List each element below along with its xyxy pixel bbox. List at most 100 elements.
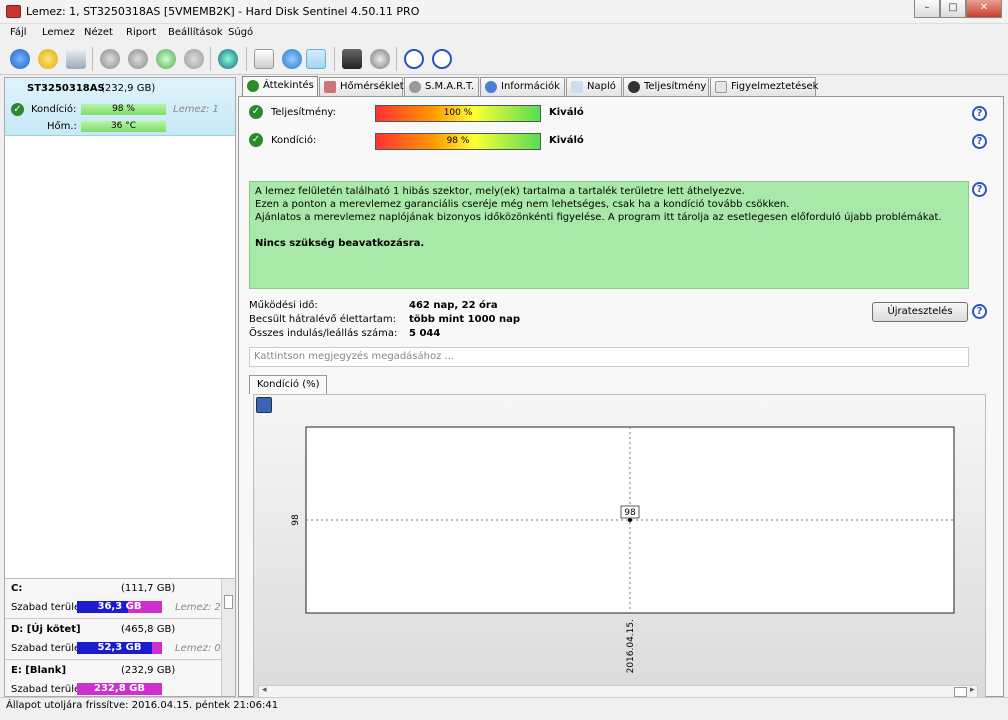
- condition-chart: 98 98 2016.04.15.: [291, 426, 955, 673]
- chart-tab-condition[interactable]: Kondíció (%): [249, 375, 327, 394]
- scroll-left-icon[interactable]: ◂: [262, 685, 267, 695]
- monitor-icon[interactable]: [306, 49, 326, 69]
- info-icon[interactable]: [432, 49, 452, 69]
- alert-icon: [715, 81, 727, 93]
- message-line: A lemez felületén található 1 hibás szek…: [255, 186, 745, 197]
- tab-label: Teljesítmény: [644, 81, 707, 92]
- help-icon[interactable]: [404, 49, 424, 69]
- tab-label: Áttekintés: [263, 80, 314, 91]
- tab-label: Figyelmeztetések: [731, 81, 819, 92]
- note-input[interactable]: Kattintson megjegyzés megadásához ...: [249, 347, 969, 367]
- disk-info-icon[interactable]: [66, 49, 86, 69]
- tab-alerts[interactable]: Figyelmeztetések: [710, 77, 819, 96]
- x-tick-label: 2016.04.15.: [626, 619, 636, 673]
- help-icon[interactable]: ?: [972, 134, 987, 149]
- menu-settings[interactable]: Beállítások: [168, 27, 223, 38]
- disk-ok-icon[interactable]: [156, 49, 176, 69]
- tab-performance[interactable]: Teljesítmény: [623, 77, 709, 96]
- partition-size: (232,9 GB): [121, 665, 176, 676]
- uptime-value: 462 nap, 22 óra: [409, 300, 498, 311]
- condition-label: Kondíció:: [271, 135, 317, 146]
- tab-label: Információk: [501, 81, 560, 92]
- disk-name: ST3250318AS: [27, 83, 105, 94]
- partition-size: (465,8 GB): [121, 624, 176, 635]
- tab-label: S.M.A.R.T.: [425, 81, 475, 92]
- title-bar: Lemez: 1, ST3250318AS [5VMEMB2K] - Hard …: [0, 0, 1008, 24]
- toolbar: [0, 43, 1008, 75]
- toolbar-separator: [92, 47, 93, 71]
- scroll-thumb[interactable]: [224, 595, 233, 609]
- condition-gauge: 98 %: [375, 133, 541, 150]
- disk-card-selected[interactable]: ST3250318AS (232,9 GB) ✓ Kondíció: 98 % …: [5, 78, 235, 136]
- performance-label: Teljesítmény:: [271, 107, 336, 118]
- help-icon[interactable]: ?: [972, 106, 987, 121]
- condition-label: Kondíció:: [31, 104, 77, 115]
- check-icon: ✓: [249, 105, 263, 119]
- partition-item[interactable]: E: [Blank] (232,9 GB) Szabad terület 232…: [5, 661, 221, 696]
- partition-item[interactable]: C: (111,7 GB) Szabad terület 36,3 GB Lem…: [5, 579, 221, 619]
- check-icon: ✓: [11, 103, 24, 116]
- temp-bar: 36 °C: [81, 121, 166, 132]
- terminal-icon[interactable]: [342, 49, 362, 69]
- warning-icon[interactable]: [38, 49, 58, 69]
- data-point: [628, 518, 632, 522]
- scroll-thumb[interactable]: [954, 687, 967, 697]
- free-label: Szabad terület: [11, 643, 85, 654]
- menu-view[interactable]: Nézet: [84, 27, 113, 38]
- surface-test-icon[interactable]: [128, 49, 148, 69]
- minimize-button[interactable]: –: [914, 0, 940, 18]
- tab-overview[interactable]: Áttekintés: [242, 76, 318, 96]
- menu-disk[interactable]: Lemez: [42, 27, 75, 38]
- free-label: Szabad terület: [11, 684, 85, 695]
- disk-test-icon[interactable]: [100, 49, 120, 69]
- info-icon: [485, 81, 497, 93]
- menu-help[interactable]: Súgó: [228, 27, 253, 38]
- disk-size: (232,9 GB): [101, 83, 156, 94]
- menu-file[interactable]: Fájl: [10, 27, 27, 38]
- disk-settings-icon[interactable]: [184, 49, 204, 69]
- gauge-icon: [628, 81, 640, 93]
- partition-disk: Lemez: 0: [175, 643, 221, 654]
- check-icon: [247, 80, 259, 92]
- partition-list: C: (111,7 GB) Szabad terület 36,3 GB Lem…: [5, 578, 235, 696]
- globe-icon[interactable]: [218, 49, 238, 69]
- tab-log[interactable]: Napló: [566, 77, 622, 96]
- partition-scrollbar[interactable]: [221, 579, 235, 696]
- tab-temperature[interactable]: Hőmérséklet: [319, 77, 404, 96]
- speaker-icon[interactable]: [370, 49, 390, 69]
- uptime-label: Működési idő:: [249, 300, 318, 311]
- report-icon[interactable]: [254, 49, 274, 69]
- scroll-right-icon[interactable]: ▸: [970, 685, 975, 695]
- thermometer-icon: [324, 81, 336, 93]
- maximize-button[interactable]: □: [940, 0, 966, 18]
- close-button[interactable]: ✕: [966, 0, 1002, 18]
- disk-index: Lemez: 1: [173, 104, 219, 115]
- message-bold: Nincs szükség beavatkozásra.: [255, 238, 425, 249]
- menu-bar: Fájl Lemez Nézet Riport Beállítások Súgó: [0, 24, 1008, 43]
- toolbar-separator: [396, 47, 397, 71]
- tab-smart[interactable]: S.M.A.R.T.: [404, 77, 479, 96]
- message-line: Ajánlatos a merevlemez naplójának bizony…: [255, 212, 942, 223]
- message-line: Ezen a ponton a merevlemez garanciális c…: [255, 199, 790, 210]
- free-space-bar: 52,3 GB: [77, 642, 162, 654]
- condition-bar: 98 %: [81, 104, 166, 115]
- status-bar: Állapot utoljára frissítve: 2016.04.15. …: [0, 697, 1008, 720]
- retest-button[interactable]: Újratesztelés: [872, 302, 968, 322]
- partition-name: C:: [11, 583, 23, 594]
- menu-report[interactable]: Riport: [126, 27, 156, 38]
- partition-item[interactable]: D: [Új kötet] (465,8 GB) Szabad terület …: [5, 620, 221, 660]
- life-label: Becsült hátralévő élettartam:: [249, 314, 397, 325]
- sync-icon[interactable]: [282, 49, 302, 69]
- partition-size: (111,7 GB): [121, 583, 176, 594]
- starts-label: Összes indulás/leállás száma:: [249, 328, 398, 339]
- condition-rating: Kiváló: [549, 135, 584, 146]
- help-icon[interactable]: ?: [972, 304, 987, 319]
- app-icon: [6, 5, 21, 18]
- free-label: Szabad terület: [11, 602, 85, 613]
- disk-list-panel: ST3250318AS (232,9 GB) ✓ Kondíció: 98 % …: [4, 77, 236, 697]
- disk-icon: [409, 81, 421, 93]
- log-icon: [571, 81, 583, 93]
- refresh-icon[interactable]: [10, 49, 30, 69]
- help-icon[interactable]: ?: [972, 182, 987, 197]
- tab-info[interactable]: Információk: [480, 77, 565, 96]
